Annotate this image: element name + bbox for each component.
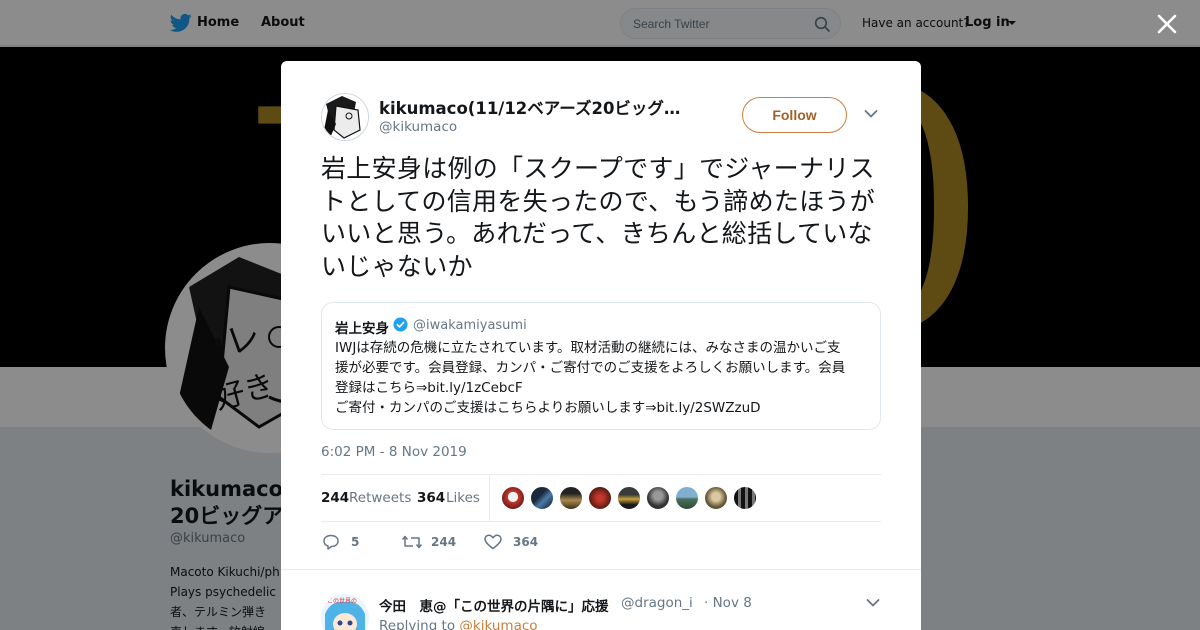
chevron-down-icon[interactable] — [864, 109, 878, 119]
stats-divider — [489, 475, 490, 521]
reply-date[interactable]: · Nov 8 — [704, 595, 752, 611]
quoted-tweet-text: IWJは存続の危機に立たされています。取材活動の継続には、みなさまの温かいご支 … — [335, 338, 870, 418]
tweet-author-handle[interactable]: @kikumaco — [379, 119, 457, 135]
reply-avatar-illustration: この世界の — [321, 594, 369, 630]
like-count: 364 — [513, 535, 539, 549]
chevron-down-icon[interactable] — [866, 598, 880, 608]
retweet-button[interactable]: 244 — [401, 531, 481, 555]
quoted-author-name: 岩上安身 — [335, 321, 389, 337]
replying-to: Replying to @kikumaco — [379, 618, 538, 630]
like-stat-count[interactable]: 364 — [417, 490, 445, 506]
quoted-text-line: 登録はこちら⇒bit.ly/1zCebcF — [335, 380, 523, 396]
reply-icon — [323, 534, 339, 550]
heart-icon — [484, 534, 502, 550]
reply-button[interactable]: 5 — [321, 531, 381, 555]
replying-to-link[interactable]: @kikumaco — [459, 618, 537, 630]
quoted-author-handle: @iwakamiyasumi — [413, 318, 527, 333]
reply-author-avatar[interactable]: この世界の — [321, 594, 369, 630]
liker-avatar[interactable] — [704, 486, 728, 510]
retweet-count: 244 — [431, 535, 457, 549]
reply-author-handle[interactable]: @dragon_i — [621, 595, 693, 611]
tweet-actions: 5 244 364 — [321, 531, 881, 555]
retweet-stat-label[interactable]: Retweets — [349, 490, 411, 506]
quoted-text-line: 援が必要です。会員登録、カンパ・ご寄付でのご支援をよろしくお願いします。会員 — [335, 360, 846, 376]
tweet-modal: kikumaco(11/12ベアーズ20ビッグ… @kikumaco Follo… — [281, 61, 921, 630]
follow-button[interactable]: Follow — [742, 97, 847, 133]
retweet-icon — [401, 535, 423, 549]
replying-prefix: Replying to — [379, 618, 456, 630]
liker-avatar[interactable] — [501, 486, 525, 510]
quoted-text-line: ご寄付・カンパのご支援はこちらよりお願いします⇒bit.ly/2SWZzuD — [335, 400, 761, 416]
author-avatar-illustration — [322, 94, 368, 140]
liker-avatar[interactable] — [530, 486, 554, 510]
retweet-stat-count[interactable]: 244 — [321, 490, 349, 506]
replies-divider — [281, 569, 921, 570]
liker-avatar[interactable] — [588, 486, 612, 510]
like-button[interactable]: 364 — [483, 531, 563, 555]
tweet-stats: 244 Retweets 364 Likes — [321, 474, 881, 522]
liker-avatar[interactable] — [646, 486, 670, 510]
quoted-tweet[interactable]: 岩上安身 @iwakamiyasumi IWJは存続の危機に立たされています。取… — [321, 302, 881, 430]
reply-count: 5 — [351, 535, 360, 549]
tweet-timestamp[interactable]: 6:02 PM - 8 Nov 2019 — [321, 444, 467, 460]
tweet-text: 岩上安身は例の「スクープです」でジャーナリストとしての信用を失ったので、もう諦め… — [321, 154, 876, 281]
liker-avatar[interactable] — [617, 486, 641, 510]
quoted-text-line: IWJは存続の危機に立たされています。取材活動の継続には、みなさまの温かいご支 — [335, 340, 841, 356]
liker-avatar[interactable] — [675, 486, 699, 510]
close-icon[interactable] — [1155, 12, 1179, 36]
liker-avatar[interactable] — [733, 486, 757, 510]
tweet-author-avatar[interactable] — [321, 93, 369, 141]
verified-badge-icon — [393, 317, 408, 332]
svg-text:この世界の: この世界の — [327, 597, 357, 605]
liker-avatar[interactable] — [559, 486, 583, 510]
like-stat-label[interactable]: Likes — [446, 490, 480, 506]
reply-author-name[interactable]: 今田 恵@「この世界の片隅に」応援 — [379, 595, 609, 615]
tweet-author-name[interactable]: kikumaco(11/12ベアーズ20ビッグ… — [379, 95, 684, 119]
